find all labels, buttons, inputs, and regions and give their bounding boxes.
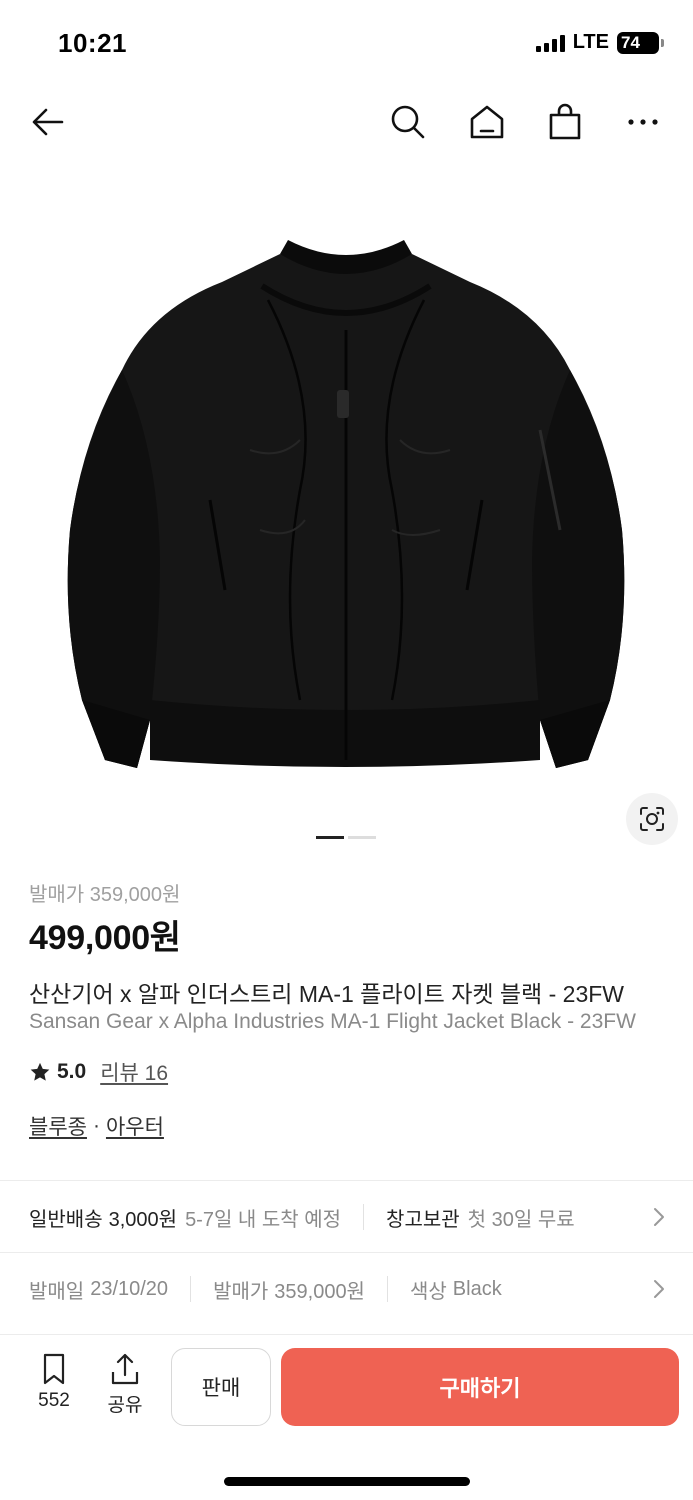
standard-shipping-label: 일반배송 <box>29 1208 103 1231</box>
chevron-right-icon <box>654 1280 664 1298</box>
carousel-dot <box>348 836 376 839</box>
info-release-price-label: 발매가 <box>213 1280 269 1303</box>
rating-score: 5.0 <box>57 1060 87 1083</box>
status-bar: 10:21 LTE 74 <box>0 0 693 90</box>
bottom-action-bar: 552 공유 판매 구매하기 <box>0 1334 693 1434</box>
separator <box>190 1276 192 1302</box>
carousel-indicator <box>316 836 376 839</box>
black-bomber-jacket-image <box>67 240 625 768</box>
product-title-english: Sansan Gear x Alpha Industries MA-1 Flig… <box>29 1010 636 1033</box>
standard-shipping-price: 3,000원 <box>108 1208 178 1231</box>
network-type: LTE <box>572 31 609 53</box>
separator <box>386 1276 388 1302</box>
category-link-blouson[interactable]: 블루종 <box>29 1111 87 1141</box>
search-button[interactable] <box>382 96 434 148</box>
carousel-dot-active <box>316 836 344 839</box>
divider <box>0 1180 693 1181</box>
storage-label: 창고보관 <box>386 1208 460 1231</box>
more-button[interactable] <box>617 96 669 148</box>
status-time: 10:21 <box>58 28 127 58</box>
category-link-outer[interactable]: 아우터 <box>106 1111 164 1141</box>
divider <box>0 1252 693 1253</box>
color-value: Black <box>452 1277 502 1300</box>
more-icon <box>628 119 658 125</box>
save-button[interactable]: 552 <box>32 1352 76 1412</box>
product-info-row[interactable]: 발매일 23/10/20 발매가 359,000원 색상 Black <box>0 1254 693 1324</box>
shopping-bag-icon <box>549 103 581 140</box>
storage-note: 첫 30일 무료 <box>467 1208 575 1231</box>
chevron-right-icon <box>654 1208 664 1226</box>
standard-shipping-eta: 5-7일 내 도착 예정 <box>185 1208 342 1231</box>
separator <box>363 1204 365 1230</box>
category-separator: · <box>92 1114 100 1137</box>
image-search-button[interactable] <box>626 793 678 845</box>
share-label: 공유 <box>107 1395 143 1416</box>
home-indicator[interactable] <box>224 1477 470 1486</box>
share-button[interactable]: 공유 <box>103 1352 147 1417</box>
product-image-carousel[interactable] <box>0 200 693 860</box>
bookmark-icon <box>43 1353 65 1385</box>
signal-icon <box>535 34 565 52</box>
sell-button[interactable]: 판매 <box>171 1348 271 1426</box>
back-arrow-icon <box>32 108 64 136</box>
shopping-bag-button[interactable] <box>539 96 591 148</box>
star-icon <box>30 1062 50 1081</box>
color-label: 색상 <box>409 1280 447 1303</box>
buy-button[interactable]: 구매하기 <box>281 1348 679 1426</box>
status-indicators: LTE 74 <box>535 31 664 54</box>
home-button[interactable] <box>461 96 513 148</box>
release-date-label: 발매일 <box>29 1280 85 1303</box>
search-icon <box>391 105 425 139</box>
back-button[interactable] <box>22 96 74 148</box>
top-navigation <box>0 96 693 152</box>
rating-row: 5.0 리뷰 16 <box>29 1057 168 1087</box>
review-link[interactable]: 리뷰 16 <box>100 1057 168 1087</box>
battery-icon: 74 <box>617 31 664 54</box>
category-breadcrumb: 블루종 · 아우터 <box>29 1111 164 1141</box>
info-release-price-value: 359,000원 <box>274 1280 365 1303</box>
product-title-korean: 산산기어 x 알파 인더스트리 MA-1 플라이트 자켓 블랙 - 23FW <box>29 981 625 1007</box>
release-price-label: 발매가 359,000원 <box>29 884 181 906</box>
battery-level: 74 <box>621 32 640 52</box>
lens-icon <box>640 807 664 831</box>
save-count: 552 <box>38 1390 70 1411</box>
home-icon <box>470 105 504 139</box>
shipping-options-row[interactable]: 일반배송 3,000원 5-7일 내 도착 예정 창고보관 첫 30일 무료 <box>0 1182 693 1252</box>
current-price: 499,000원 <box>29 919 181 957</box>
release-date-value: 23/10/20 <box>90 1277 169 1300</box>
share-icon <box>111 1353 139 1385</box>
